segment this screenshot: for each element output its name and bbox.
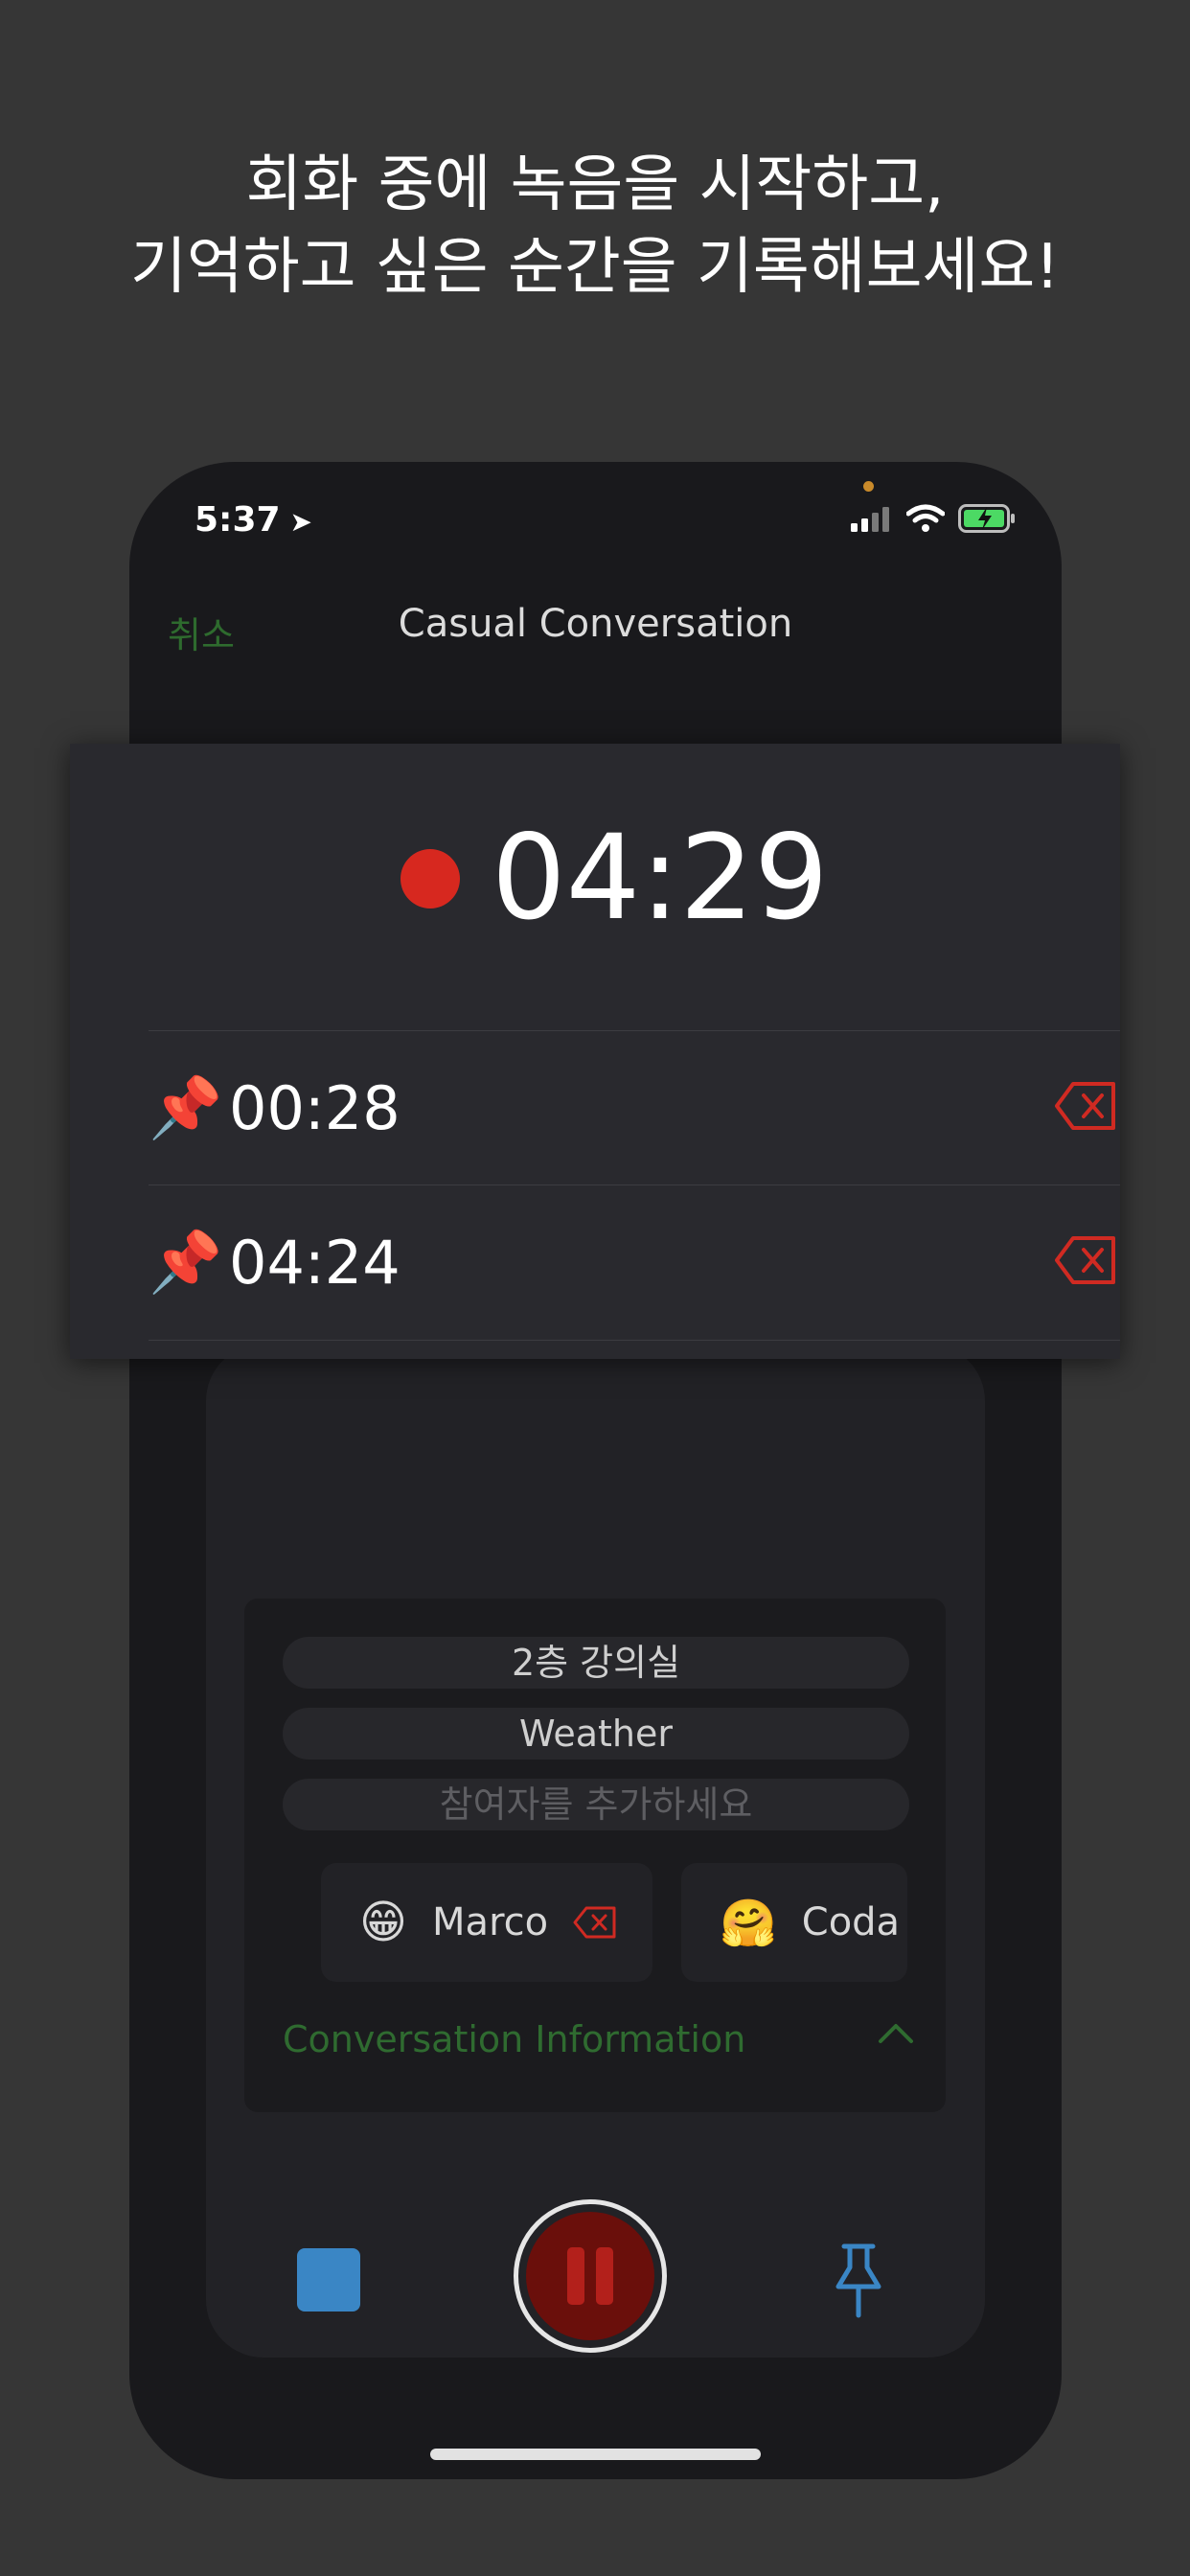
status-time: 5:37 ➤	[195, 500, 313, 540]
location-arrow-icon: ➤	[289, 506, 313, 538]
headline: 회화 중에 녹음을 시작하고, 기억하고 싶은 순간을 기록해보세요!	[0, 144, 1190, 309]
pushpin-icon[interactable]	[833, 2242, 884, 2319]
participant-emoji: 🤗	[720, 1896, 777, 1950]
home-indicator	[430, 2449, 761, 2460]
time-mark-row[interactable]: 📌 00:28	[149, 1031, 1120, 1184]
time-mark-row[interactable]: 📌 04:24	[149, 1185, 1120, 1339]
recording-timer: 04:29	[492, 810, 829, 946]
time-mark-label: 00:28	[229, 1073, 400, 1143]
conversation-info-toggle[interactable]: Conversation Information	[283, 2018, 745, 2060]
participant-name: Marco	[432, 1900, 549, 1944]
status-icons	[851, 504, 1016, 533]
nav-title: Casual Conversation	[398, 602, 793, 646]
privacy-indicator-dot	[863, 481, 874, 492]
recording-card: 04:29 📌 00:28 📌 04:24	[70, 744, 1120, 1359]
headline-line-1: 회화 중에 녹음을 시작하고,	[245, 150, 945, 220]
wifi-icon	[906, 504, 945, 532]
signal-icon	[851, 507, 889, 532]
participant-chip[interactable]: 🤗 Coda	[681, 1863, 907, 1982]
stop-button[interactable]	[297, 2248, 360, 2312]
battery-charging-icon	[958, 504, 1015, 533]
participant-name: Coda	[801, 1900, 901, 1944]
conversation-info-panel: 2층 강의실 Weather 참여자를 추가하세요 😁 Marco 🤗 Coda…	[244, 1598, 946, 2112]
pause-icon	[526, 2212, 654, 2340]
delete-mark-icon[interactable]	[1054, 1235, 1117, 1285]
participant-emoji: 😁	[359, 1896, 408, 1949]
participant-chip[interactable]: 😁 Marco	[321, 1863, 652, 1982]
divider	[149, 1340, 1120, 1341]
add-participant-input[interactable]: 참여자를 추가하세요	[283, 1779, 909, 1830]
pushpin-icon: 📌	[149, 1072, 223, 1142]
headline-line-2: 기억하고 싶은 순간을 기록해보세요!	[130, 232, 1060, 303]
delete-mark-icon[interactable]	[1054, 1081, 1117, 1131]
remove-participant-icon[interactable]	[573, 1906, 617, 1939]
pushpin-icon: 📌	[149, 1227, 223, 1297]
location-field[interactable]: 2층 강의실	[283, 1637, 909, 1689]
chevron-up-icon[interactable]	[877, 2020, 915, 2045]
recording-indicator-dot	[400, 849, 460, 908]
time-mark-label: 04:24	[229, 1228, 400, 1298]
pause-button[interactable]	[514, 2199, 667, 2353]
topic-field[interactable]: Weather	[283, 1708, 909, 1760]
